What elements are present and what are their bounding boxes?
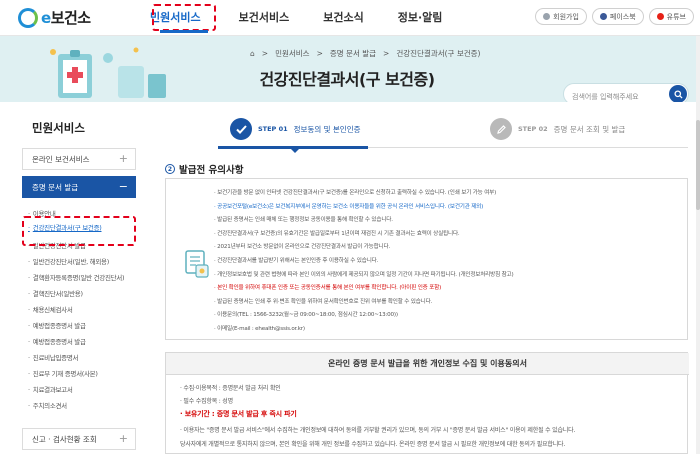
breadcrumb-item[interactable]: 민원서비스: [275, 48, 310, 59]
sidebar-subitem[interactable]: 결핵진단서(일반용): [28, 288, 83, 298]
consent-line: · 이용자는 "증명 문서 발급 서비스"에서 수집하는 개인정보에 대하여 동…: [180, 427, 576, 434]
user-icon: [543, 13, 551, 20]
logo-prefix: e: [41, 9, 51, 27]
consent-box: 온라인 증명 문서 발급을 위한 개인정보 수집 및 이용동의서 · 수집·이용…: [165, 352, 689, 454]
consent-line: · 보유기간 : 증명 문서 발급 후 즉시 파기: [180, 410, 297, 418]
notice-line: · 이용문의(TEL : 1566-3232(월~금 09:00~18:00, …: [214, 312, 398, 319]
search-input[interactable]: [572, 87, 672, 102]
sidebar-subitem[interactable]: 결핵환자등록증명(일반 건강진단서): [28, 272, 125, 282]
breadcrumb-item: 건강진단결과서(구 보건증): [396, 49, 481, 58]
consent-line: 당사자에게 개별적으로 통지하지 않으며, 본인 확인을 위해 개인 정보를 수…: [180, 441, 566, 448]
notice-line: · 건강진단결과서(구 보건증)의 유효기간은 발급일로부터 1년이며 재검진 …: [214, 230, 460, 237]
step-2: STEP 02 증명 문서 조회 및 발급: [490, 118, 625, 140]
top-header: e보건소 민원서비스 보건서비스 보건소식 정보·알림 회원가입 페이스북 유튜…: [0, 0, 700, 36]
section-number-badge: 2: [165, 164, 175, 174]
home-icon[interactable]: ⌂: [250, 49, 255, 58]
utility-links: 회원가입 페이스북 유튜브: [535, 8, 694, 25]
sidebar-subitem[interactable]: 일반건강진단서(일반, 해외용): [28, 256, 109, 266]
minus-icon: −: [118, 180, 128, 193]
youtube-icon: [656, 13, 664, 20]
notice-line: · 건강진단결과서를 발급받기 위해서는 본인인증 후 이용하실 수 있습니다.: [214, 258, 379, 264]
notice-line: · 발급된 증명서는 인쇄 후 위·변조 확인을 위하여 문서확인번호로 진위 …: [214, 298, 433, 305]
page-title: 건강진단결과서(구 보건증): [259, 70, 435, 89]
check-icon: [230, 118, 252, 140]
edit-icon: [490, 118, 512, 140]
sidebar-subitem[interactable]: 진료부 기재 증명서(사본): [28, 368, 98, 378]
nav-item-health-service[interactable]: 보건서비스: [239, 9, 290, 25]
document-notice-icon: [185, 250, 209, 278]
health-illustration-icon: [50, 47, 166, 98]
consent-line: · 수집·이용목적 : 증명문서 발급 처리 확인: [180, 385, 281, 392]
sidebar-subitem[interactable]: 진료비납입증명서: [28, 352, 79, 362]
consent-title: 온라인 증명 문서 발급을 위한 개인정보 수집 및 이용동의서: [166, 353, 689, 375]
facebook-icon: [599, 13, 607, 20]
sidebar-subitem[interactable]: 예방접종증명서 발급: [28, 320, 86, 330]
signup-button[interactable]: 회원가입: [535, 8, 587, 25]
sidebar-subitem[interactable]: 주치의소견서: [28, 400, 67, 410]
logo-mark-icon: [18, 7, 38, 28]
notice-line: · 공공보건포털(e보건소)은 보건복지부에서 운영하는 보건소 이용자들을 위…: [214, 203, 484, 210]
notice-line: · 본인 확인을 위하여 휴대폰 인증 또는 공동인증서를 통해 본인 여부를 …: [214, 285, 442, 292]
section-title: 2 발급전 유의사항: [165, 162, 244, 176]
step-indicator: STEP 01 정보동의 및 본인인증 STEP 02 증명 문서 조회 및 발…: [218, 114, 688, 154]
nav-item-health-news[interactable]: 보건소식: [323, 9, 363, 25]
page-banner: ⌂ > 민원서비스 > 증명 문서 발급 > 건강진단결과서(구 보건증) 건강…: [0, 36, 700, 102]
sidebar-subitem[interactable]: 예방접종증명서 발급: [28, 336, 86, 346]
notice-box: · 보건기관을 방문 없이 인터넷 건강진단결과서(구 보건증)를 온라인으로 …: [165, 178, 688, 340]
sidebar-subitem[interactable]: 치료결과보고서: [28, 384, 73, 394]
plus-icon: +: [118, 432, 128, 445]
search-box: [563, 83, 689, 102]
subitem-highlight-box: [22, 216, 136, 246]
nav-highlight-box: [152, 4, 216, 31]
step-pointer-icon: [290, 148, 300, 153]
sidebar-subitem[interactable]: 채용신체검사서: [28, 304, 73, 314]
consent-line: · 필수 수집항목 : 성명: [180, 398, 233, 405]
search-button[interactable]: [669, 85, 687, 102]
scrollbar-track[interactable]: [696, 36, 700, 454]
nav-active-indicator: [160, 30, 208, 33]
notice-line: · 보건기관을 방문 없이 인터넷 건강진단결과서(구 보건증)를 온라인으로 …: [214, 190, 497, 196]
plus-icon: +: [118, 152, 128, 165]
notice-line: · 이메일(E-mail : ehealth@ssis.or.kr): [214, 326, 305, 332]
scrollbar-thumb[interactable]: [696, 120, 700, 210]
facebook-button[interactable]: 페이스북: [591, 8, 644, 25]
breadcrumb-item[interactable]: 증명 문서 발급: [330, 48, 376, 59]
sidebar: 민원서비스 온라인 보건서비스 + 증명 문서 발급 − 이용안내 건강진단결과…: [22, 102, 136, 454]
breadcrumb: ⌂ > 민원서비스 > 증명 문서 발급 > 건강진단결과서(구 보건증): [250, 48, 481, 59]
sidebar-item-report-status[interactable]: 신고 · 검사현황 조회 +: [22, 428, 136, 450]
sidebar-item-online-health[interactable]: 온라인 보건서비스 +: [22, 148, 136, 170]
sidebar-item-certificate[interactable]: 증명 문서 발급 −: [22, 176, 136, 198]
notice-line: · 발급된 증명서는 인쇄 매체 또는 행정정보 공동이용을 통해 확인할 수 …: [214, 217, 393, 224]
nav-item-info-notice[interactable]: 정보·알림: [398, 9, 443, 25]
notice-line: · 개인정보보호법 및 관련 법령에 따라 본인 이외의 사람에게 제공되지 않…: [214, 271, 514, 278]
notice-line: · 2021년부터 보건소 방문없이 온라인으로 건강진단결과서 발급이 가능합…: [214, 244, 391, 251]
site-logo[interactable]: e보건소: [18, 7, 91, 28]
sidebar-title: 민원서비스: [32, 121, 85, 135]
logo-text: 보건소: [50, 9, 91, 27]
search-icon: [673, 89, 683, 99]
step-1: STEP 01 정보동의 및 본인인증: [230, 118, 361, 140]
youtube-button[interactable]: 유튜브: [648, 8, 694, 25]
